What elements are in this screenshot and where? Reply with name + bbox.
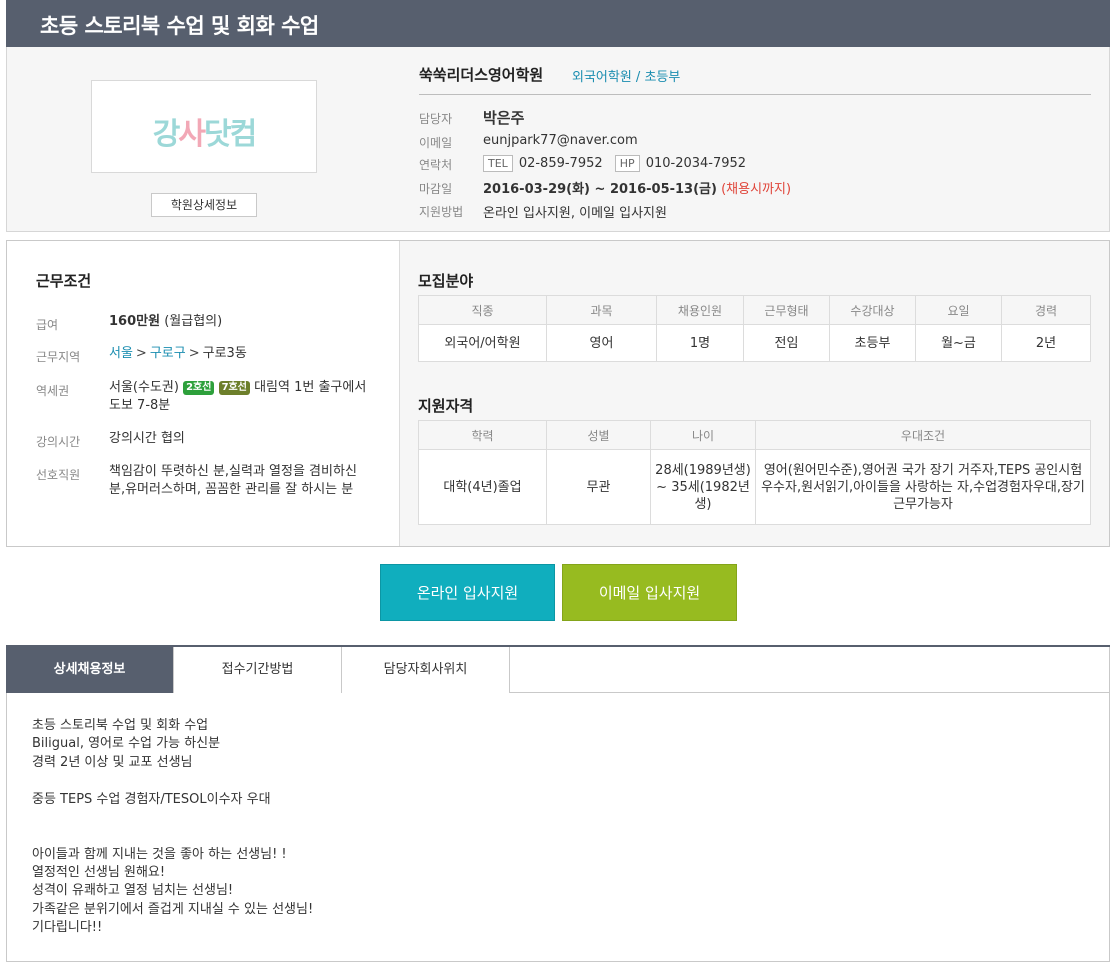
apply-method-value: 온라인 입사지원, 이메일 입사지원 [483,206,667,221]
cell-gender: 무관 [546,449,651,525]
cell-experience: 2년 [1001,324,1091,362]
cell-education: 대학(4년)졸업 [418,449,547,525]
tab-application-period[interactable]: 접수기간방법 [174,647,342,693]
subway-line-2-badge: 2호선 [183,381,215,395]
station-region: 서울(수도권) [109,380,179,395]
table-row: 외국어/어학원 영어 1명 전임 초등부 월~금 2년 [418,324,1091,362]
description-line: 초등 스토리북 수업 및 회화 수업 [32,718,209,733]
divider [419,94,1091,95]
cell-target: 초등부 [829,324,916,362]
cell-subject: 영어 [546,324,657,362]
description-line: 기다립니다!! [32,920,103,935]
header-work-type: 근무형태 [743,295,830,325]
description-line: 성격이 유쾌하고 열정 넘치는 선생님! [32,883,234,898]
deadline-label: 마감일 [419,182,453,196]
deadline-value: 2016-03-29(화) ~ 2016-05-13(금) (채용시까지) [483,178,791,197]
preferred-label: 선호직원 [36,468,81,482]
salary-note: (월급협의) [164,314,223,329]
academy-name: 쑥쑥리더스영어학원 [419,66,544,84]
header-headcount: 채용인원 [656,295,744,325]
cell-job: 외국어/어학원 [418,324,547,362]
contact-value: TEL 02-859-7952 HP 010-2034-7952 [483,155,746,172]
manager-label: 담당자 [419,112,453,126]
online-apply-button[interactable]: 온라인 입사지원 [380,564,555,621]
location-label: 근무지역 [36,350,81,364]
station-value: 서울(수도권) 2호선 7호선 대림역 1번 출구에서 도보 7-8분 [109,379,371,415]
recruit-table: 직종 과목 채용인원 근무형태 수강대상 요일 경력 외국어/어학원 영어 1명… [418,295,1091,362]
academy-detail-button[interactable]: 학원상세정보 [151,193,257,217]
station-label: 역세권 [36,384,70,398]
manager-value: 박은주 [483,109,525,127]
description-line: Biligual, 영어로 수업 가능 하신분 [32,736,221,751]
academy-category-link[interactable]: 외국어학원 / 초등부 [572,66,680,85]
qualification-table: 학력 성별 나이 우대조건 대학(4년)졸업 무관 28세(1989년생) ~ … [418,420,1091,525]
recruit-title: 모집분야 [418,272,474,290]
header-education: 학력 [418,420,547,450]
salary-label: 급여 [36,318,59,332]
email-value: eunjpark77@naver.com [483,133,638,148]
deadline-dates: 2016-03-29(화) ~ 2016-05-13(금) [483,182,717,197]
tel-tag: TEL [483,155,513,172]
lecture-label: 강의시간 [36,435,81,449]
detail-tabs: 상세채용정보 접수기간방법 담당자회사위치 [6,645,1110,693]
recruit-panel: 모집분야 직종 과목 채용인원 근무형태 수강대상 요일 경력 외국어/어학원 … [399,241,1109,546]
table-header-row: 학력 성별 나이 우대조건 [418,420,1091,450]
description-line: 경력 2년 이상 및 교포 선생님 [32,755,193,770]
tel-number: 02-859-7952 [518,156,603,171]
table-row: 대학(4년)졸업 무관 28세(1989년생) ~ 35세(1982년생) 영어… [418,449,1091,525]
email-label: 이메일 [419,136,453,150]
header-preference: 우대조건 [755,420,1091,450]
cell-work-type: 전임 [743,324,830,362]
table-header-row: 직종 과목 채용인원 근무형태 수강대상 요일 경력 [418,295,1091,325]
tab-detail-info[interactable]: 상세채용정보 [6,647,174,693]
location-gu-link[interactable]: 구로구 [150,346,186,361]
academy-info-panel: 강사닷컴 학원상세정보 쑥쑥리더스영어학원 외국어학원 / 초등부 담당자 박은… [6,47,1110,232]
description-line: 열정적인 선생님 원해요! [32,865,166,880]
description-panel: 초등 스토리북 수업 및 회화 수업 Biligual, 영어로 수업 가능 하… [6,693,1110,962]
cell-headcount: 1명 [656,324,744,362]
header-days: 요일 [915,295,1002,325]
hp-number: 010-2034-7952 [645,156,747,171]
header-gender: 성별 [546,420,651,450]
description-line: 아이들과 함께 지내는 것을 좋아 하는 선생님! ! [32,847,287,862]
deadline-note: (채용시까지) [721,182,792,197]
header-job: 직종 [418,295,547,325]
cell-preference: 영어(원어민수준),영어권 국가 장기 거주자,TEPS 공인시험 우수자,원서… [755,449,1091,525]
description-line: 가족같은 분위기에서 즐겁게 지내실 수 있는 선생님! [32,902,314,917]
academy-logo: 강사닷컴 [91,80,317,173]
lecture-value: 강의시간 협의 [109,431,185,446]
divider [1109,647,1110,693]
subway-line-7-badge: 7호선 [218,381,250,395]
location-city-link[interactable]: 서울 [109,346,133,361]
title-bar: 초등 스토리북 수업 및 회화 수업 [6,0,1110,47]
header-experience: 경력 [1001,295,1091,325]
header-subject: 과목 [546,295,657,325]
cell-days: 월~금 [915,324,1002,362]
email-apply-button[interactable]: 이메일 입사지원 [562,564,737,621]
conditions-panel: 근무조건 급여 160만원 (월급협의) 근무지역 서울 > 구로구 > 구로3동 역세… [6,240,1110,547]
qualification-title: 지원자격 [418,397,474,415]
header-target: 수강대상 [829,295,916,325]
preferred-value: 책임감이 뚜렷하신 분,실력과 열정을 겸비하신 분,유머러스하며, 꼼꼼한 관… [109,464,357,497]
header-age: 나이 [650,420,756,450]
hp-tag: HP [614,155,640,172]
tab-manager-location[interactable]: 담당자회사위치 [342,647,510,693]
apply-method-label: 지원방법 [419,205,464,219]
salary-value: 160만원 (월급협의) [109,313,371,331]
contact-label: 연락처 [419,158,453,172]
description-line: 중등 TEPS 수업 경험자/TESOL이수자 우대 [32,792,271,807]
page-title: 초등 스토리북 수업 및 회화 수업 [40,14,319,38]
location-value: 서울 > 구로구 > 구로3동 [109,346,247,361]
salary-amount: 160만원 [109,314,161,329]
logo-text: 강사닷컴 [152,117,257,152]
cell-age: 28세(1989년생) ~ 35세(1982년생) [650,449,756,525]
location-dong: 구로3동 [202,346,247,361]
conditions-title: 근무조건 [36,272,92,290]
